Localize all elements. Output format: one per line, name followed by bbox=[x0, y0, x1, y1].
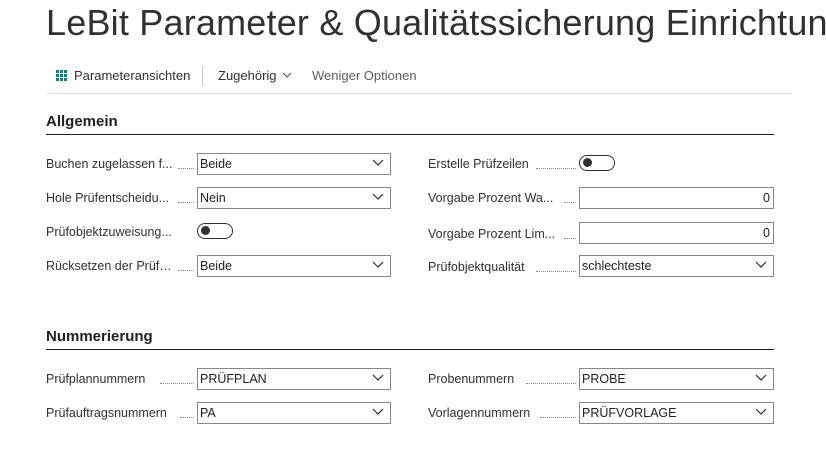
field-leader bbox=[160, 382, 194, 384]
parameteransichten-label: Parameteransichten bbox=[74, 68, 191, 83]
weniger-optionen-button[interactable]: Weniger Optionen bbox=[312, 68, 417, 83]
zugehoerig-label: Zugehörig bbox=[218, 68, 277, 83]
proben-value: PROBE bbox=[582, 372, 626, 386]
pruefauftrag-value: PA bbox=[200, 406, 216, 420]
field-leader bbox=[564, 237, 576, 239]
pruefplan-label: Prüfplannummern bbox=[46, 372, 146, 386]
qualitaet-value: schlechteste bbox=[582, 259, 652, 273]
zuweisung-toggle[interactable] bbox=[197, 223, 233, 239]
section-nummerierung-divider bbox=[46, 349, 774, 350]
vorgabe-wa-input[interactable]: 0 bbox=[579, 187, 774, 209]
zugehoerig-menu[interactable]: Zugehörig bbox=[218, 68, 292, 83]
chevron-down-icon bbox=[755, 408, 767, 415]
buchen-value: Beide bbox=[200, 157, 232, 171]
ruecksetzen-select[interactable]: Beide bbox=[197, 255, 391, 277]
toggle-knob bbox=[201, 226, 210, 235]
hole-value: Nein bbox=[200, 191, 226, 205]
vorlagen-label: Vorlagennummern bbox=[428, 406, 531, 420]
chevron-down-icon bbox=[372, 374, 384, 381]
hole-select[interactable]: Nein bbox=[197, 187, 391, 209]
field-leader bbox=[564, 201, 576, 203]
grid-icon bbox=[56, 69, 68, 82]
action-bar: Parameteransichten Zugehörig Weniger Opt… bbox=[46, 60, 792, 94]
field-leader bbox=[178, 201, 194, 203]
hole-label: Hole Prüfentscheidu... bbox=[46, 191, 169, 205]
vorgabe-lim-input[interactable]: 0 bbox=[579, 222, 774, 244]
vorgabe-lim-value: 0 bbox=[763, 226, 770, 240]
buchen-select[interactable]: Beide bbox=[197, 153, 391, 175]
vorgabe-wa-value: 0 bbox=[763, 191, 770, 205]
field-leader bbox=[178, 167, 194, 169]
qualitaet-label: Prüfobjektqualität bbox=[428, 260, 525, 274]
buchen-label: Buchen zugelassen f... bbox=[46, 157, 173, 171]
proben-select[interactable]: PROBE bbox=[579, 368, 774, 390]
page-title: LeBit Parameter & Qualitätssicherung Ein… bbox=[46, 2, 826, 43]
zuweisung-label: Prüfobjektzuweisung... bbox=[46, 225, 172, 239]
chevron-down-icon bbox=[372, 159, 384, 166]
pruefplan-value: PRÜFPLAN bbox=[200, 372, 267, 386]
qualitaet-select[interactable]: schlechteste bbox=[579, 255, 774, 277]
erstelle-toggle[interactable] bbox=[579, 155, 615, 171]
chevron-down-icon bbox=[755, 261, 767, 268]
ruecksetzen-label: Rücksetzen der Prüfe... bbox=[46, 259, 176, 273]
chevron-down-icon bbox=[755, 374, 767, 381]
ruecksetzen-value: Beide bbox=[200, 259, 232, 273]
section-nummerierung-title: Nummerierung bbox=[46, 328, 153, 345]
pruefauftrag-label: Prüfauftragsnummern bbox=[46, 406, 167, 420]
section-allgemein-divider bbox=[46, 134, 774, 135]
parameteransichten-button[interactable]: Parameteransichten bbox=[56, 68, 190, 83]
chevron-down-icon bbox=[372, 193, 384, 200]
field-leader bbox=[180, 416, 194, 418]
vorlagen-select[interactable]: PRÜFVORLAGE bbox=[579, 402, 774, 424]
toggle-knob bbox=[583, 158, 592, 167]
vorgabe-lim-label: Vorgabe Prozent Lim... bbox=[428, 227, 556, 241]
field-leader bbox=[536, 270, 576, 272]
chevron-down-icon bbox=[372, 261, 384, 268]
erstelle-label: Erstelle Prüfzeilen bbox=[428, 157, 529, 171]
chevron-down-icon bbox=[282, 72, 291, 78]
pruefplan-select[interactable]: PRÜFPLAN bbox=[197, 368, 391, 390]
field-leader bbox=[540, 416, 576, 418]
pruefauftrag-select[interactable]: PA bbox=[197, 402, 391, 424]
chevron-down-icon bbox=[372, 408, 384, 415]
vorgabe-wa-label: Vorgabe Prozent Wa... bbox=[428, 191, 554, 205]
field-leader bbox=[178, 269, 194, 271]
field-leader bbox=[526, 382, 576, 384]
field-leader bbox=[536, 167, 576, 169]
vorlagen-value: PRÜFVORLAGE bbox=[582, 406, 677, 420]
weniger-optionen-label: Weniger Optionen bbox=[312, 68, 417, 83]
section-allgemein-title: Allgemein bbox=[46, 113, 118, 130]
action-separator bbox=[202, 66, 203, 86]
